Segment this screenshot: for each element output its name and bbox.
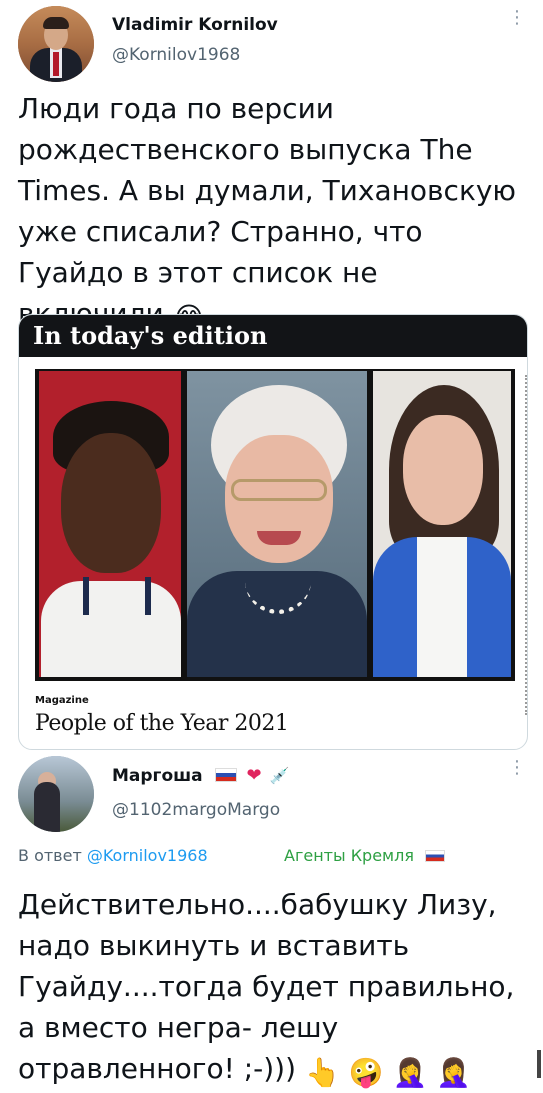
magazine-label: Magazine xyxy=(35,695,89,706)
avatar-figure xyxy=(34,782,60,832)
more-options-icon[interactable]: ⋮ xyxy=(508,9,526,27)
label-text: Агенты Кремля xyxy=(284,846,414,865)
tweet-original[interactable]: Vladimir Kornilov @Kornilov1968 ⋮ Люди г… xyxy=(0,0,543,750)
russia-flag-icon xyxy=(425,850,446,862)
reply-mention-link[interactable]: @Kornilov1968 xyxy=(87,846,208,865)
avatar[interactable] xyxy=(18,756,94,832)
syringe-icon: 💉 xyxy=(269,766,290,785)
card-edge-divider xyxy=(523,375,527,715)
portrait-face xyxy=(61,433,161,573)
portrait-glasses xyxy=(231,479,327,501)
portrait-collar xyxy=(83,577,151,615)
author-name[interactable]: Vladimir Kornilov xyxy=(112,15,278,35)
scrollbar[interactable] xyxy=(537,1050,541,1078)
russia-flag-icon xyxy=(214,768,237,782)
portrait-photo-3 xyxy=(373,371,511,677)
reply-to-line: В ответ @Kornilov1968 xyxy=(18,846,208,865)
author-name-text: Маргоша xyxy=(112,766,203,786)
label-badge: Агенты Кремля xyxy=(284,846,446,865)
portrait-face xyxy=(403,415,483,525)
portrait-photo-1 xyxy=(39,371,181,677)
portrait-blouse xyxy=(417,537,467,677)
media-card[interactable]: In today's edition Magazine People of th… xyxy=(18,314,528,750)
edition-banner: In today's edition xyxy=(19,315,527,357)
portrait-photo-2 xyxy=(187,371,367,677)
reply-prefix: В ответ xyxy=(18,846,82,865)
author-name[interactable]: Маргоша ❤ 💉 xyxy=(112,765,289,786)
more-options-icon[interactable]: ⋮ xyxy=(508,759,526,777)
author-handle[interactable]: @Kornilov1968 xyxy=(112,45,240,65)
heart-icon: ❤ xyxy=(246,765,262,786)
magazine-title: People of the Year 2021 xyxy=(35,711,289,736)
tweet-text: Действительно....бабушку Лизу, надо выки… xyxy=(18,884,523,1093)
magazine-cover-photos xyxy=(35,369,515,681)
tweet-reply[interactable]: Маргоша ❤ 💉 @1102margoMargo ⋮ В ответ @K… xyxy=(0,750,543,1089)
tweet-text: Люди года по версии рождественского выпу… xyxy=(18,88,528,338)
emoji-sequence-icon: 👆 🤪 🤦‍♀️ 🤦‍♀️ xyxy=(304,1056,472,1089)
avatar[interactable] xyxy=(18,6,94,82)
author-handle[interactable]: @1102margoMargo xyxy=(112,800,280,820)
avatar-tie xyxy=(53,52,59,76)
avatar-hair xyxy=(43,17,69,29)
tweet-text-body: Люди года по версии рождественского выпу… xyxy=(18,92,516,330)
